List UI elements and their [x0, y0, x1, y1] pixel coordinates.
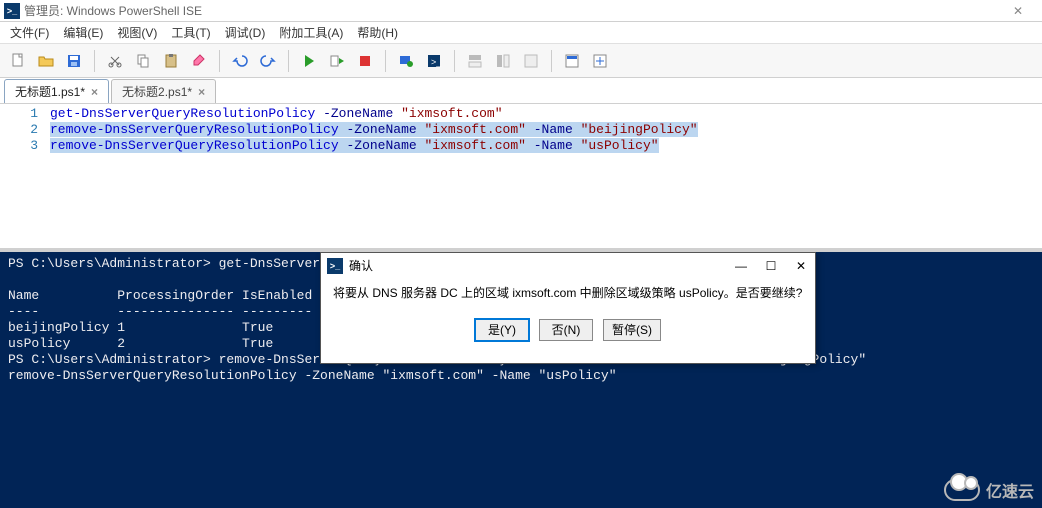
code-line: remove-DnsServerQueryResolutionPolicy -Z… — [50, 138, 1042, 154]
stop-button[interactable] — [353, 49, 377, 73]
editor-tabstrip: 无标题1.ps1* × 无标题2.ps1* × — [0, 78, 1042, 104]
tab-label: 无标题2.ps1* — [122, 83, 192, 100]
editor-tab[interactable]: 无标题1.ps1* × — [4, 79, 109, 103]
toolbar-separator — [385, 50, 386, 72]
dialog-message: 将要从 DNS 服务器 DC 上的区域 ixmsoft.com 中删除区域级策略… — [333, 285, 803, 301]
layout-side-button[interactable] — [491, 49, 515, 73]
code-line: get-DnsServerQueryResolutionPolicy -Zone… — [50, 106, 1042, 122]
dialog-body: 将要从 DNS 服务器 DC 上的区域 ixmsoft.com 中删除区域级策略… — [321, 279, 815, 341]
redo-button[interactable] — [256, 49, 280, 73]
menu-edit[interactable]: 编辑(E) — [63, 24, 103, 41]
line-number: 3 — [0, 138, 38, 154]
toolbar-separator — [288, 50, 289, 72]
tab-label: 无标题1.ps1* — [15, 83, 85, 100]
watermark: 亿速云 — [944, 478, 1034, 502]
close-tab-icon[interactable]: × — [91, 85, 98, 99]
show-command-button[interactable] — [560, 49, 584, 73]
close-tab-icon[interactable]: × — [198, 85, 205, 99]
cut-button[interactable] — [103, 49, 127, 73]
watermark-text: 亿速云 — [986, 478, 1034, 502]
toolbar-separator — [219, 50, 220, 72]
menubar: 文件(F) 编辑(E) 视图(V) 工具(T) 调试(D) 附加工具(A) 帮助… — [0, 22, 1042, 44]
powershell-icon: >_ — [4, 3, 20, 19]
console-pane[interactable]: PS C:\Users\Administrator> get-DnsServer… — [0, 252, 1042, 508]
svg-text:>_: >_ — [431, 57, 442, 67]
dialog-suspend-button[interactable]: 暂停(S) — [603, 319, 661, 341]
layout-max-button[interactable] — [519, 49, 543, 73]
menu-view[interactable]: 视图(V) — [117, 24, 157, 41]
dialog-minimize-button[interactable]: — — [733, 258, 749, 274]
dialog-yes-button[interactable]: 是(Y) — [475, 319, 529, 341]
menu-file[interactable]: 文件(F) — [10, 24, 49, 41]
confirm-dialog: >_ 确认 — ☐ ✕ 将要从 DNS 服务器 DC 上的区域 ixmsoft.… — [320, 252, 816, 364]
toolbar: >_ — [0, 44, 1042, 78]
start-powershell-button[interactable]: >_ — [422, 49, 446, 73]
cloud-icon — [944, 479, 980, 501]
run-button[interactable] — [297, 49, 321, 73]
toolbar-separator — [94, 50, 95, 72]
dialog-close-button[interactable]: ✕ — [793, 258, 809, 274]
paste-button[interactable] — [159, 49, 183, 73]
new-remote-tab-button[interactable] — [394, 49, 418, 73]
new-file-button[interactable] — [6, 49, 30, 73]
undo-button[interactable] — [228, 49, 252, 73]
layout-script-top-button[interactable] — [463, 49, 487, 73]
toolbar-separator — [551, 50, 552, 72]
window-close-button[interactable]: ✕ — [998, 4, 1038, 18]
code-area[interactable]: get-DnsServerQueryResolutionPolicy -Zone… — [44, 104, 1042, 248]
dialog-maximize-button[interactable]: ☐ — [763, 258, 779, 274]
window-titlebar: >_ 管理员: Windows PowerShell ISE ✕ — [0, 0, 1042, 22]
line-number: 1 — [0, 106, 38, 122]
menu-addons[interactable]: 附加工具(A) — [279, 24, 343, 41]
clear-button[interactable] — [187, 49, 211, 73]
code-line: remove-DnsServerQueryResolutionPolicy -Z… — [50, 122, 1042, 138]
dialog-no-button[interactable]: 否(N) — [539, 319, 593, 341]
window-title: 管理员: Windows PowerShell ISE — [24, 2, 202, 19]
script-editor[interactable]: 1 2 3 get-DnsServerQueryResolutionPolicy… — [0, 104, 1042, 248]
line-number: 2 — [0, 122, 38, 138]
menu-tools[interactable]: 工具(T) — [171, 24, 210, 41]
save-button[interactable] — [62, 49, 86, 73]
run-selection-button[interactable] — [325, 49, 349, 73]
show-command-addon-button[interactable] — [588, 49, 612, 73]
menu-debug[interactable]: 调试(D) — [225, 24, 266, 41]
powershell-icon: >_ — [327, 258, 343, 274]
copy-button[interactable] — [131, 49, 155, 73]
dialog-titlebar[interactable]: >_ 确认 — ☐ ✕ — [321, 253, 815, 279]
line-number-gutter: 1 2 3 — [0, 104, 44, 248]
toolbar-separator — [454, 50, 455, 72]
menu-help[interactable]: 帮助(H) — [357, 24, 398, 41]
open-file-button[interactable] — [34, 49, 58, 73]
dialog-title: 确认 — [349, 258, 373, 274]
editor-tab[interactable]: 无标题2.ps1* × — [111, 79, 216, 103]
